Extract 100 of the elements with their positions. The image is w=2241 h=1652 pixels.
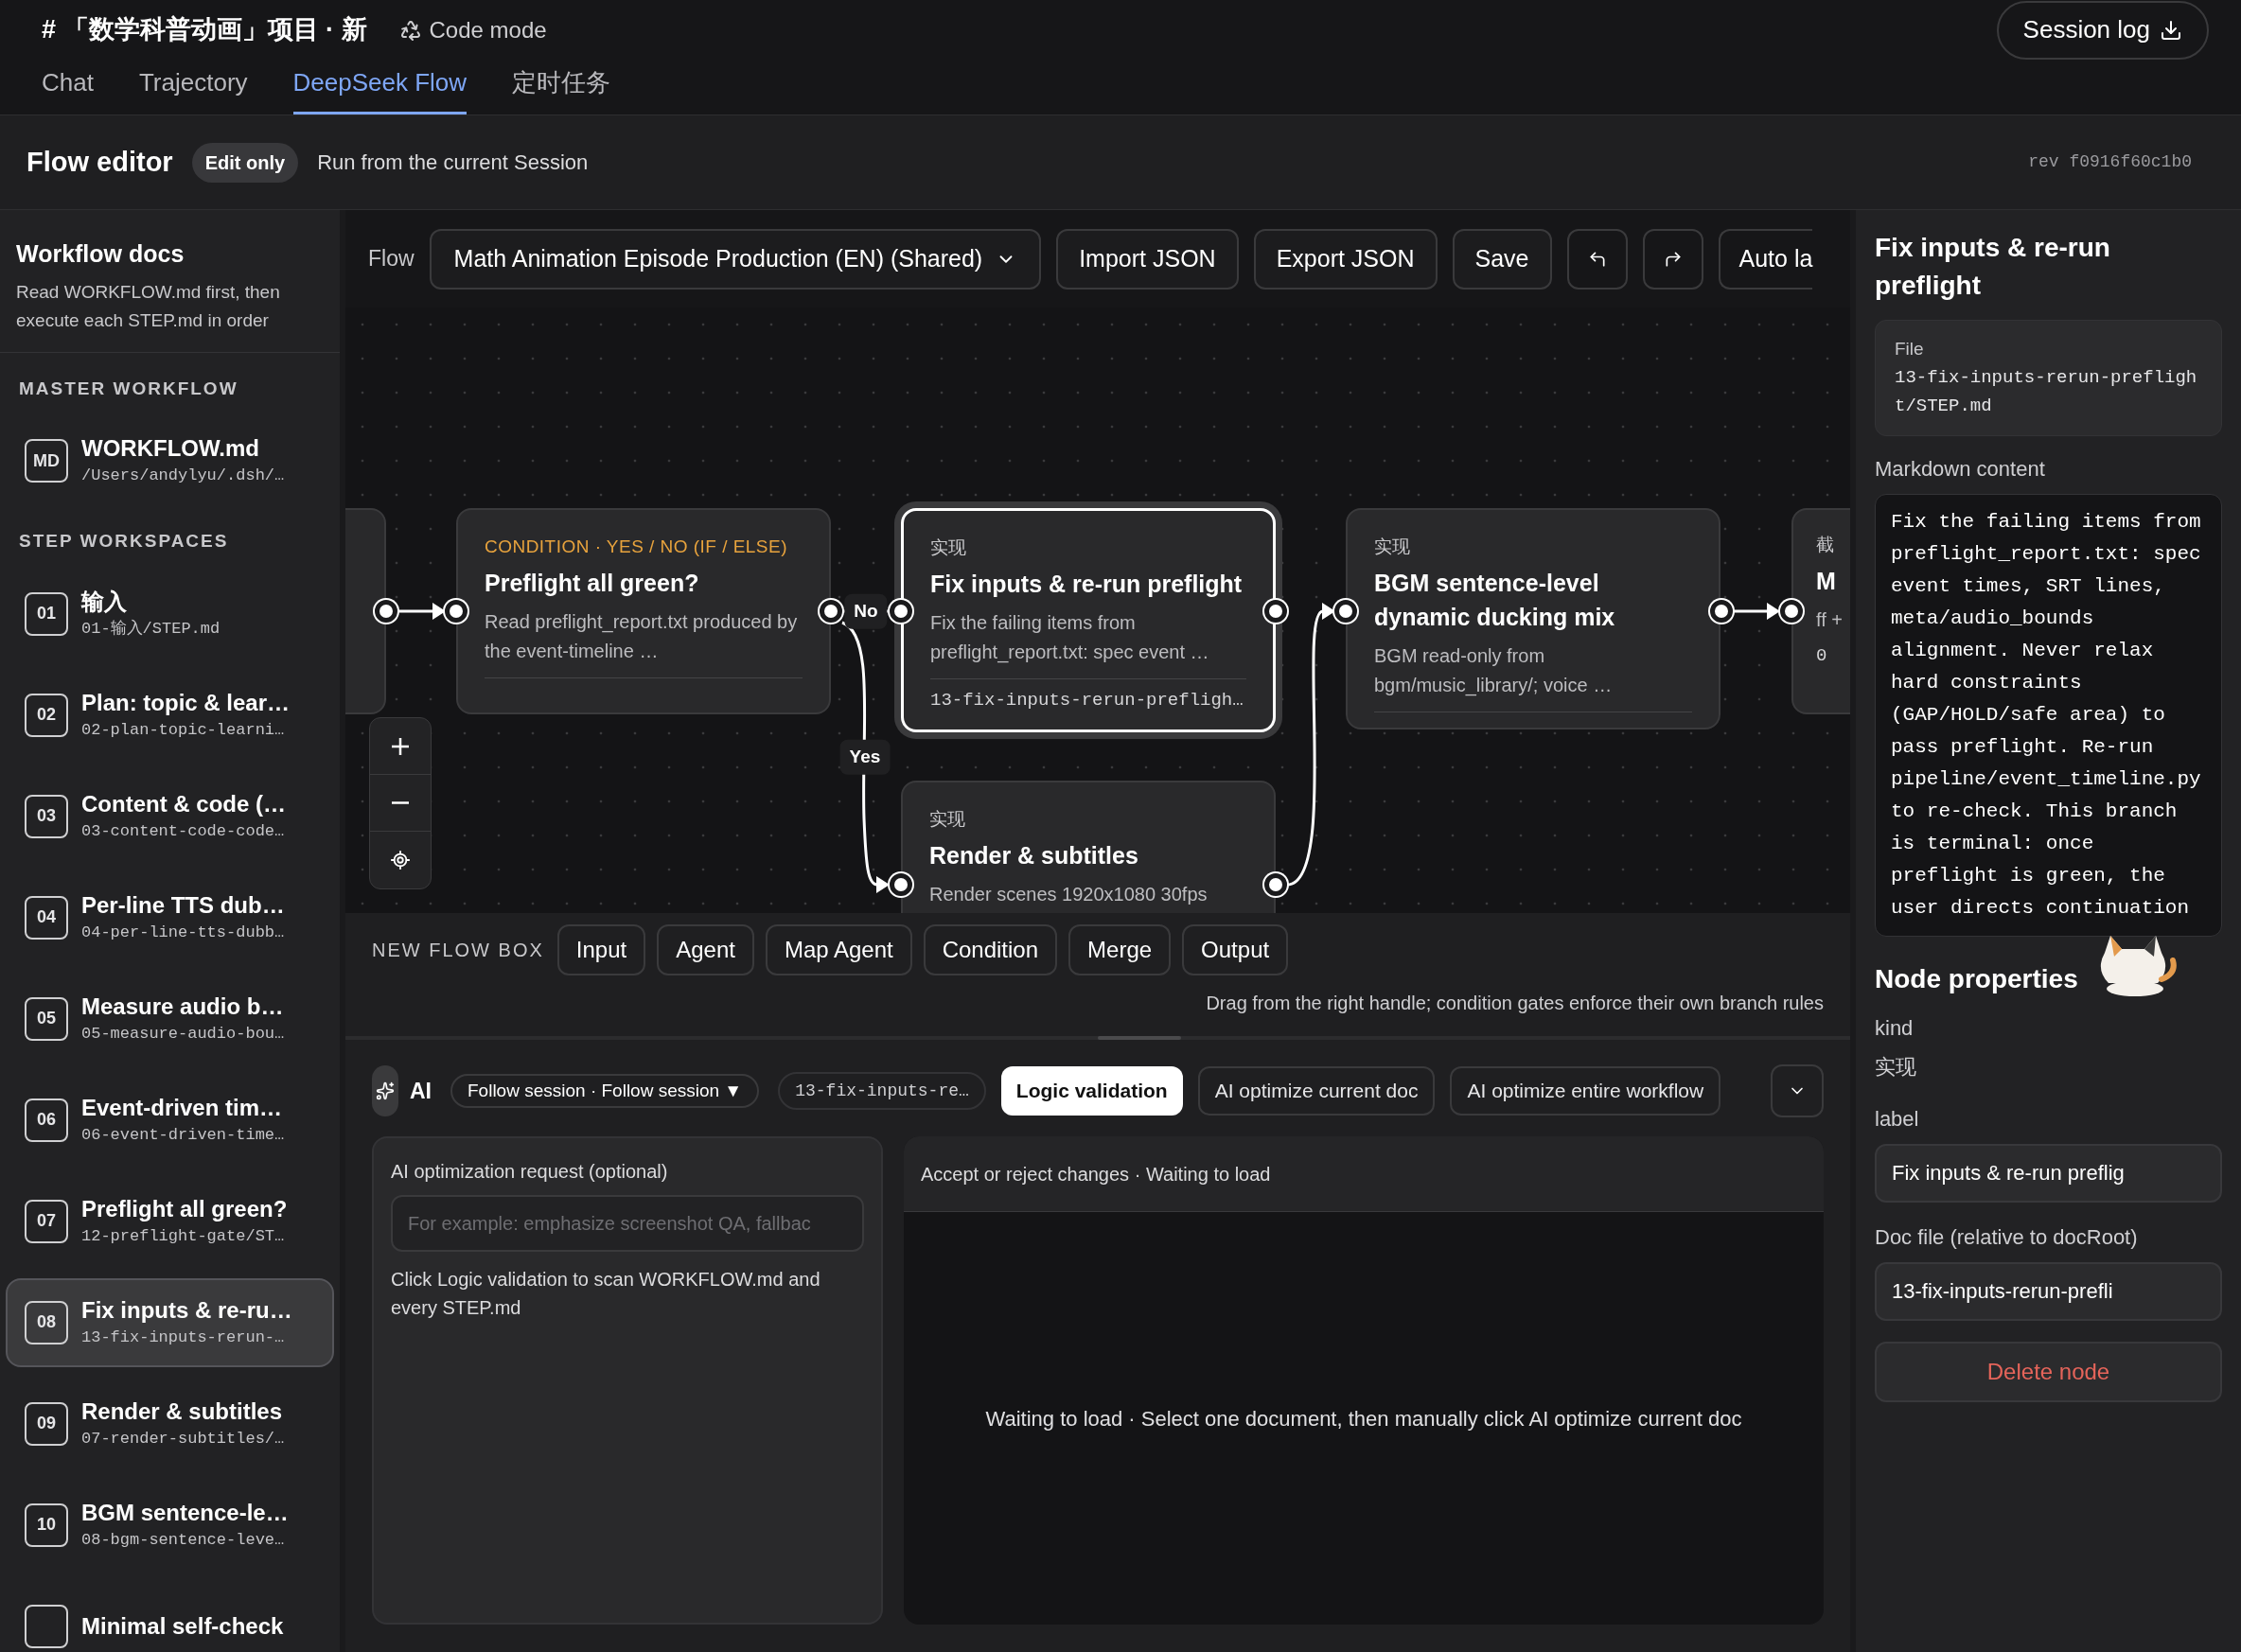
sidebar-title: Workflow docs xyxy=(16,239,185,269)
ai-label: AI xyxy=(410,1077,432,1105)
item-path: 06-event-driven-time… xyxy=(81,1124,285,1146)
workspace-item[interactable]: 06 Event-driven tim… 06-event-driven-time… xyxy=(6,1075,334,1165)
item-title: Preflight all green? xyxy=(81,1194,288,1223)
node-description: BGM read-only from bgm/music_library/; voice … xyxy=(1374,644,1614,698)
request-input[interactable]: For example: emphasize screenshot QA, fallbac xyxy=(391,1195,864,1252)
item-title: Minimal self-check xyxy=(81,1611,284,1641)
download-icon xyxy=(2160,18,2182,42)
step-badge: 07 xyxy=(25,1199,68,1243)
workspace-item[interactable]: 01 输入 01-输入/STEP.md xyxy=(6,569,334,659)
section-heading: STEP WORKSPACES xyxy=(18,530,230,553)
tab[interactable]: 定时任务 xyxy=(512,60,611,114)
workspace-item[interactable]: MD WORKFLOW.md /Users/andylyu/.dsh/… xyxy=(6,416,334,505)
workspace-item[interactable]: 03 Content & code (… 03-content-code-code… xyxy=(6,771,334,861)
item-path: 13-fix-inputs-rerun-… xyxy=(81,1327,286,1348)
add-node-button[interactable]: Merge xyxy=(1068,924,1172,975)
node-title: Render & subtitles xyxy=(929,841,1139,870)
step-badge: 04 xyxy=(25,895,68,940)
doc-file-input[interactable]: 13-fix-inputs-rerun-prefli xyxy=(1875,1261,2222,1321)
node-description: Read preflight_report.txt produced by the event-timeline … xyxy=(485,610,799,663)
add-node-button[interactable]: Input xyxy=(556,924,646,975)
add-node-button[interactable]: Map Agent xyxy=(765,924,912,975)
node-kind: CONDITION · YES / NO (IF / ELSE) xyxy=(485,536,788,558)
toolbar-button[interactable]: Save xyxy=(1452,228,1552,290)
add-node-button[interactable]: Condition xyxy=(923,924,1058,975)
ai-button[interactable] xyxy=(372,1065,398,1116)
workspace-item[interactable]: Minimal self-check xyxy=(6,1581,334,1652)
workspace-item[interactable]: 10 BGM sentence-le… 08-bgm-sentence-leve… xyxy=(6,1480,334,1570)
add-node-button[interactable]: Output xyxy=(1182,924,1289,975)
node-file: 0 xyxy=(1816,644,1828,668)
resize-handle[interactable] xyxy=(1098,1036,1181,1040)
tab[interactable]: Trajectory xyxy=(138,60,248,114)
step-badge xyxy=(25,1604,68,1648)
connection-handle[interactable] xyxy=(1264,600,1287,623)
field-label: Doc file (relative to docRoot) xyxy=(1875,1223,2139,1251)
undo-icon xyxy=(1587,249,1607,269)
flow-node[interactable]: CONDITION · YES / NO (IF / ELSE) Preflight all green? Read preflight_report.txt produced by the event-timeline … xyxy=(456,508,831,714)
tab[interactable]: Chat xyxy=(42,60,94,114)
edge-label: Yes xyxy=(839,739,891,775)
field-label: kind xyxy=(1875,1014,1915,1042)
markdown-editor[interactable]: Fix the failing items from preflight_report.txt: spec event times, SRT lines, meta/audio_bounds alignment. Never relax hard constraints (GAP/HOLD/safe area) to pass preflight. Re-run pipeline/event_timeline.py to re-check. This branch is terminal: once preflight is green, the user directs continuation xyxy=(1875,493,2222,937)
mode-label: Code mode xyxy=(429,15,547,44)
toolbar-button[interactable]: Export JSON xyxy=(1253,228,1438,290)
step-badge: MD xyxy=(25,439,68,483)
step-badge: 03 xyxy=(25,794,68,838)
step-badge: 10 xyxy=(25,1503,68,1547)
toolbar-button[interactable]: Auto la xyxy=(1718,228,1813,290)
flow-select[interactable]: Math Animation Episode Production (EN) (Shared) xyxy=(429,228,1042,290)
connection-handle[interactable] xyxy=(375,600,397,623)
workspace-item[interactable]: 07 Preflight all green? 12-preflight-gate/ST… xyxy=(6,1176,334,1266)
connection-handle[interactable] xyxy=(1710,600,1733,623)
node-description: ff + xyxy=(1816,608,1844,632)
delete-node-button[interactable]: Delete node xyxy=(1875,1341,2222,1402)
workspace-item[interactable]: 02 Plan: topic & lear… 02-plan-topic-learni… xyxy=(6,670,334,760)
mode-badge: Edit only xyxy=(191,142,299,183)
session-log-button[interactable]: Session log xyxy=(1996,0,2209,60)
node-title: BGM sentence-level dynamic ducking mix xyxy=(1374,569,1616,632)
node-title: M xyxy=(1816,567,1837,596)
step-badge: 09 xyxy=(25,1401,68,1446)
node-file: 13-fix-inputs-rerun-prefligh… xyxy=(930,689,1244,712)
item-path: 05-measure-audio-bou… xyxy=(81,1023,285,1045)
workspace-item[interactable]: 05 Measure audio b… 05-measure-audio-bou… xyxy=(6,974,334,1063)
inspector-title: Fix inputs & re-run preflight xyxy=(1875,232,2111,302)
workspace-item[interactable]: 08 Fix inputs & re-ru… 13-fix-inputs-rerun-… xyxy=(6,1277,334,1367)
item-title: Content & code (… xyxy=(81,789,286,818)
item-path: 07-render-subtitles/… xyxy=(81,1428,285,1450)
file-path: 13-fix-inputs-rerun-preflight/STEP.md xyxy=(1895,365,2198,418)
step-badge: 06 xyxy=(25,1098,68,1142)
ai-action-button[interactable]: Logic validation xyxy=(1000,1066,1183,1116)
section-heading: Node properties xyxy=(1875,962,2078,995)
step-badge: 05 xyxy=(25,996,68,1041)
workspace-item[interactable]: 04 Per-line TTS dub… 04-per-line-tts-dubb… xyxy=(6,872,334,962)
ai-action-button[interactable]: AI optimize current doc xyxy=(1197,1066,1436,1116)
item-path: 03-content-code-code… xyxy=(81,820,286,842)
flow-node[interactable]: 实现 Render & subtitles Render scenes 1920x1080 30fps xyxy=(901,781,1276,913)
recycle-icon xyxy=(398,18,422,42)
add-node-button[interactable]: Agent xyxy=(657,924,754,975)
workspace-item[interactable]: 09 Render & subtitles 07-render-subtitles/… xyxy=(6,1379,334,1468)
kind-value: 实现 xyxy=(1875,1053,1917,1081)
item-title: Render & subtitles xyxy=(81,1397,284,1426)
section-heading: MASTER WORKFLOW xyxy=(18,377,239,400)
label-input[interactable]: Fix inputs & re-run preflig xyxy=(1875,1143,2222,1203)
file-label: File xyxy=(1895,338,1925,360)
flow-label: Flow xyxy=(368,245,415,273)
toolbar-button[interactable]: Import JSON xyxy=(1056,228,1239,290)
flow-node[interactable]: 实现 BGM sentence-level dynamic ducking mix BGM read-only from bgm/music_library/; voice … xyxy=(1346,508,1720,729)
project-title: # 「数学科普动画」项目 · 新 xyxy=(42,14,367,46)
item-title: Measure audio b… xyxy=(81,992,285,1021)
document-chip: 13-fix-inputs-re… xyxy=(778,1072,986,1110)
request-label: AI optimization request (optional) xyxy=(391,1160,669,1184)
connection-handle[interactable] xyxy=(820,600,842,623)
item-title: WORKFLOW.md xyxy=(81,434,260,464)
connection-handle[interactable] xyxy=(1264,873,1287,896)
flow-node[interactable]: 截 M ff + 0 xyxy=(1791,508,1850,714)
model-select[interactable]: Follow session · Follow session ▼ xyxy=(450,1074,760,1108)
connection-handle[interactable] xyxy=(890,600,912,623)
ai-action-button[interactable]: AI optimize entire workflow xyxy=(1450,1066,1721,1116)
item-title: 输入 xyxy=(81,587,128,616)
node-kind: 截 xyxy=(1816,534,1836,556)
